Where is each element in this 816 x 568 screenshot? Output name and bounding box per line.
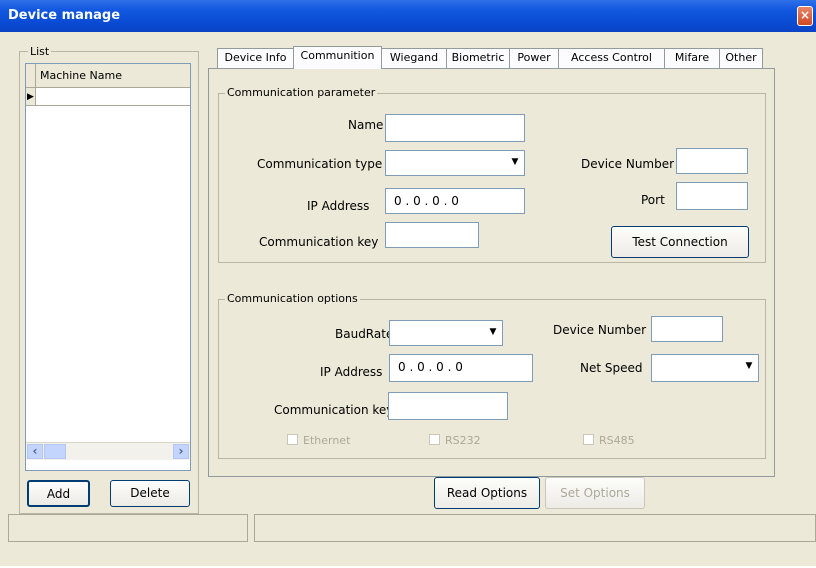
baudrate-select[interactable]: ▼ (389, 320, 503, 346)
tab-device-info[interactable]: Device Info (217, 48, 294, 68)
checkbox-icon (287, 434, 298, 445)
tab-biometric[interactable]: Biometric (446, 48, 510, 68)
communication-options-group: Communication options BaudRate ▼ IP Addr… (218, 292, 766, 459)
row-header-corner (26, 64, 36, 88)
checkbox-icon (583, 434, 594, 445)
add-button[interactable]: Add (27, 480, 90, 507)
communication-key-label: Communication key (259, 235, 379, 249)
machine-list[interactable]: Machine Name ▶ ‹ › (25, 63, 191, 471)
close-button[interactable]: × (797, 6, 813, 26)
options-ip-address-label: IP Address (320, 365, 383, 379)
close-icon: × (799, 8, 811, 22)
chevron-down-icon[interactable]: ▼ (486, 323, 500, 343)
chevron-down-icon[interactable]: ▼ (508, 153, 522, 173)
scroll-right-icon[interactable]: › (173, 444, 189, 459)
port-label: Port (641, 193, 665, 207)
horizontal-scrollbar[interactable]: ‹ › (26, 442, 190, 460)
options-ip-address-input[interactable]: 0 . 0 . 0 . 0 (389, 354, 533, 382)
device-manage-window: Device manage × List Machine Name ▶ ‹ › … (0, 0, 816, 566)
column-header-machine-name[interactable]: Machine Name (36, 64, 190, 88)
status-segment-left (8, 514, 248, 542)
communication-options-label: Communication options (225, 292, 360, 306)
row-pointer-icon: ▶ (26, 88, 36, 106)
rs485-checkbox[interactable]: RS485 (583, 434, 635, 447)
test-connection-button[interactable]: Test Connection (611, 226, 749, 258)
list-group-label: List (28, 45, 52, 59)
ip-address-input[interactable]: 0 . 0 . 0 . 0 (385, 188, 525, 214)
rs232-checkbox[interactable]: RS232 (429, 434, 481, 447)
tab-power[interactable]: Power (509, 48, 559, 68)
name-input[interactable] (385, 114, 525, 142)
delete-button[interactable]: Delete (110, 480, 190, 507)
title-bar[interactable]: Device manage × (0, 0, 816, 32)
scroll-thumb[interactable] (44, 444, 66, 459)
net-speed-label: Net Speed (580, 361, 643, 375)
name-label: Name (348, 118, 384, 132)
set-options-button[interactable]: Set Options (545, 477, 645, 509)
communication-parameter-label: Communication parameter (225, 86, 378, 100)
device-number-label: Device Number (581, 157, 675, 171)
ethernet-checkbox[interactable]: Ethernet (287, 434, 350, 447)
device-number-input[interactable] (676, 148, 748, 174)
tab-wiegand[interactable]: Wiegand (381, 48, 447, 68)
window-title: Device manage (8, 8, 121, 23)
communication-key-input[interactable] (385, 222, 479, 248)
tab-access-control[interactable]: Access Control (558, 48, 665, 68)
port-input[interactable] (676, 182, 748, 210)
status-segment-right (254, 514, 816, 542)
options-device-number-label: Device Number (553, 323, 647, 337)
communication-type-label: Communication type (257, 157, 383, 171)
status-bar (8, 514, 816, 544)
list-row[interactable] (36, 88, 190, 106)
checkbox-icon (429, 434, 440, 445)
tab-mifare[interactable]: Mifare (664, 48, 720, 68)
ip-address-label: IP Address (307, 199, 370, 213)
tab-panel-communition: Communication parameter Name Communicati… (208, 68, 775, 509)
chevron-down-icon[interactable]: ▼ (742, 357, 756, 379)
options-communication-key-label: Communication key (274, 403, 394, 417)
options-communication-key-input[interactable] (388, 392, 508, 420)
scroll-left-icon[interactable]: ‹ (27, 444, 43, 459)
read-options-button[interactable]: Read Options (434, 477, 540, 509)
communication-type-select[interactable]: ▼ (385, 150, 525, 176)
tab-other[interactable]: Other (719, 48, 763, 68)
tab-communition[interactable]: Communition (293, 46, 382, 69)
communication-parameter-group: Communication parameter Name Communicati… (218, 86, 766, 263)
options-device-number-input[interactable] (651, 316, 723, 342)
net-speed-select[interactable]: ▼ (651, 354, 759, 382)
baudrate-label: BaudRate (335, 327, 394, 341)
